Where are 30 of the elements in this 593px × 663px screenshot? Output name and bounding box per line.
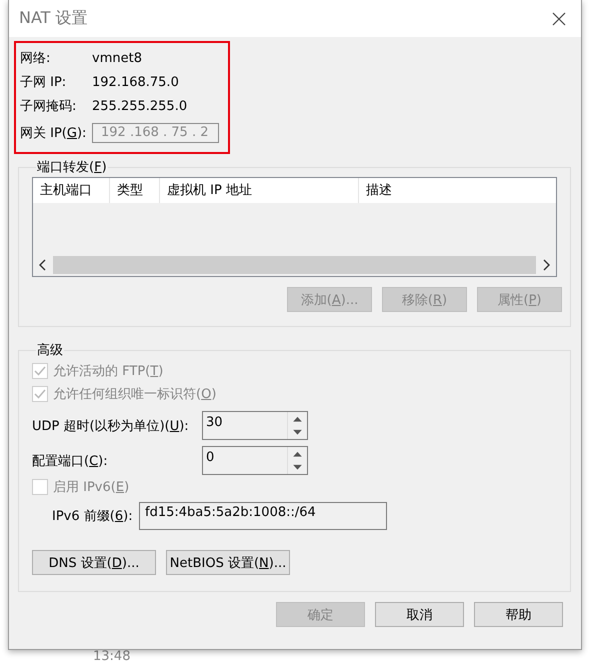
button[interactable]: 帮助 (474, 602, 563, 627)
checkbox-label: 启用 IPv6(E) (53, 478, 130, 496)
field-label: 子网掩码: (20, 98, 78, 115)
column-header[interactable]: 主机端口 (33, 178, 110, 203)
text-field[interactable]: fd15:4ba5:5a2b:1008::/64 (139, 502, 387, 530)
window-title: NAT 设置 (19, 8, 88, 29)
field-label: 网关 IP(G): (20, 125, 88, 142)
field-value: 255.255.255.0 (92, 98, 188, 114)
field-value: 192.168.75.0 (92, 74, 179, 90)
number-spinner[interactable]: 30 (202, 411, 308, 440)
close-icon[interactable] (551, 10, 567, 26)
field-value: vmnet8 (92, 50, 142, 66)
field-label: IPv6 前缀(6): (52, 508, 134, 525)
field-label: 子网 IP: (20, 74, 68, 91)
button[interactable]: NetBIOS 设置(N)... (166, 550, 290, 575)
group-title: 端口转发(F) (36, 159, 108, 176)
button[interactable]: DNS 设置(D)... (32, 550, 156, 575)
column-header[interactable]: 虚拟机 IP 地址 (160, 178, 359, 203)
column-header[interactable]: 描述 (359, 178, 556, 203)
number-spinner[interactable]: 0 (202, 446, 308, 475)
checkbox-label: 允许活动的 FTP(T) (53, 362, 164, 380)
group-title: 高级 (36, 342, 64, 359)
scrollbar-thumb[interactable] (53, 256, 536, 274)
field-label: UDP 超时(以秒为单位)(U): (32, 418, 190, 434)
field-label: 网络: (20, 50, 52, 67)
field-label: 配置端口(C): (32, 452, 109, 470)
column-header[interactable]: 类型 (110, 178, 160, 203)
button[interactable]: 取消 (375, 602, 464, 627)
timestamp: 13:48 (93, 649, 130, 663)
checkbox-label: 允许任何组织唯一标识符(O) (53, 386, 216, 402)
